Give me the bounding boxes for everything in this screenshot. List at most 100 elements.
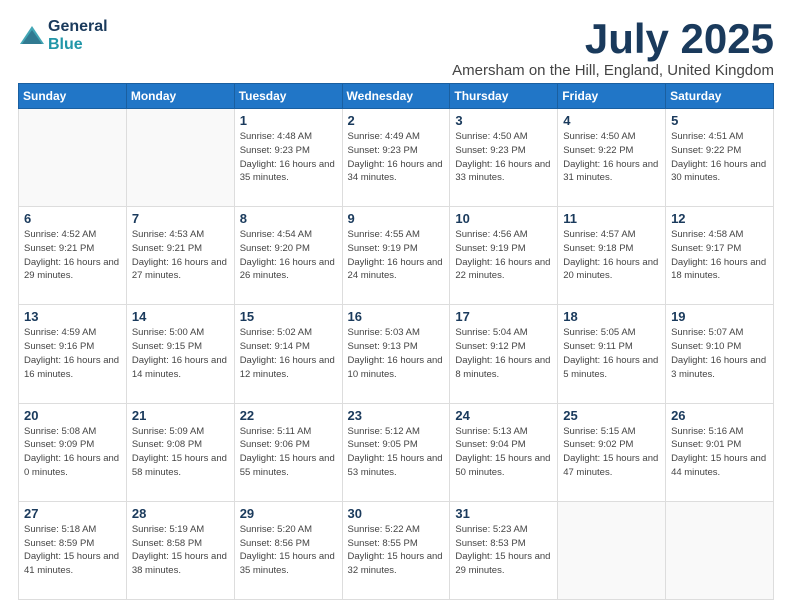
day-info: Sunrise: 4:56 AMSunset: 9:19 PMDaylight:… bbox=[455, 228, 552, 283]
day-info: Sunrise: 5:12 AMSunset: 9:05 PMDaylight:… bbox=[348, 425, 445, 480]
day-number: 24 bbox=[455, 408, 552, 423]
day-info: Sunrise: 5:05 AMSunset: 9:11 PMDaylight:… bbox=[563, 326, 660, 381]
table-row: 21 Sunrise: 5:09 AMSunset: 9:08 PMDaylig… bbox=[126, 403, 234, 501]
day-info: Sunrise: 4:55 AMSunset: 9:19 PMDaylight:… bbox=[348, 228, 445, 283]
day-number: 11 bbox=[563, 211, 660, 226]
table-row: 22 Sunrise: 5:11 AMSunset: 9:06 PMDaylig… bbox=[234, 403, 342, 501]
calendar-week-row: 20 Sunrise: 5:08 AMSunset: 9:09 PMDaylig… bbox=[19, 403, 774, 501]
day-number: 13 bbox=[24, 309, 121, 324]
page: General Blue July 2025 Amersham on the H… bbox=[0, 0, 792, 612]
day-number: 2 bbox=[348, 113, 445, 128]
table-row: 15 Sunrise: 5:02 AMSunset: 9:14 PMDaylig… bbox=[234, 305, 342, 403]
day-info: Sunrise: 5:23 AMSunset: 8:53 PMDaylight:… bbox=[455, 523, 552, 578]
table-row: 7 Sunrise: 4:53 AMSunset: 9:21 PMDayligh… bbox=[126, 207, 234, 305]
table-row: 4 Sunrise: 4:50 AMSunset: 9:22 PMDayligh… bbox=[558, 109, 666, 207]
table-row: 11 Sunrise: 4:57 AMSunset: 9:18 PMDaylig… bbox=[558, 207, 666, 305]
day-info: Sunrise: 5:11 AMSunset: 9:06 PMDaylight:… bbox=[240, 425, 337, 480]
day-info: Sunrise: 5:19 AMSunset: 8:58 PMDaylight:… bbox=[132, 523, 229, 578]
col-friday: Friday bbox=[558, 84, 666, 109]
day-number: 8 bbox=[240, 211, 337, 226]
logo-icon bbox=[18, 22, 46, 50]
day-info: Sunrise: 5:15 AMSunset: 9:02 PMDaylight:… bbox=[563, 425, 660, 480]
day-info: Sunrise: 4:53 AMSunset: 9:21 PMDaylight:… bbox=[132, 228, 229, 283]
header: General Blue July 2025 Amersham on the H… bbox=[18, 18, 774, 79]
day-number: 27 bbox=[24, 506, 121, 521]
day-info: Sunrise: 4:57 AMSunset: 9:18 PMDaylight:… bbox=[563, 228, 660, 283]
table-row: 25 Sunrise: 5:15 AMSunset: 9:02 PMDaylig… bbox=[558, 403, 666, 501]
day-number: 18 bbox=[563, 309, 660, 324]
table-row: 19 Sunrise: 5:07 AMSunset: 9:10 PMDaylig… bbox=[666, 305, 774, 403]
day-info: Sunrise: 5:08 AMSunset: 9:09 PMDaylight:… bbox=[24, 425, 121, 480]
col-tuesday: Tuesday bbox=[234, 84, 342, 109]
day-info: Sunrise: 4:52 AMSunset: 9:21 PMDaylight:… bbox=[24, 228, 121, 283]
day-number: 6 bbox=[24, 211, 121, 226]
calendar-header-row: Sunday Monday Tuesday Wednesday Thursday… bbox=[19, 84, 774, 109]
table-row bbox=[558, 501, 666, 599]
day-number: 10 bbox=[455, 211, 552, 226]
day-number: 31 bbox=[455, 506, 552, 521]
table-row: 14 Sunrise: 5:00 AMSunset: 9:15 PMDaylig… bbox=[126, 305, 234, 403]
table-row bbox=[126, 109, 234, 207]
col-sunday: Sunday bbox=[19, 84, 127, 109]
table-row: 10 Sunrise: 4:56 AMSunset: 9:19 PMDaylig… bbox=[450, 207, 558, 305]
calendar-table: Sunday Monday Tuesday Wednesday Thursday… bbox=[18, 83, 774, 600]
day-info: Sunrise: 4:59 AMSunset: 9:16 PMDaylight:… bbox=[24, 326, 121, 381]
day-info: Sunrise: 5:22 AMSunset: 8:55 PMDaylight:… bbox=[348, 523, 445, 578]
table-row: 3 Sunrise: 4:50 AMSunset: 9:23 PMDayligh… bbox=[450, 109, 558, 207]
calendar-week-row: 27 Sunrise: 5:18 AMSunset: 8:59 PMDaylig… bbox=[19, 501, 774, 599]
day-number: 12 bbox=[671, 211, 768, 226]
table-row: 20 Sunrise: 5:08 AMSunset: 9:09 PMDaylig… bbox=[19, 403, 127, 501]
day-info: Sunrise: 5:16 AMSunset: 9:01 PMDaylight:… bbox=[671, 425, 768, 480]
table-row bbox=[666, 501, 774, 599]
table-row: 18 Sunrise: 5:05 AMSunset: 9:11 PMDaylig… bbox=[558, 305, 666, 403]
day-info: Sunrise: 5:07 AMSunset: 9:10 PMDaylight:… bbox=[671, 326, 768, 381]
calendar-week-row: 6 Sunrise: 4:52 AMSunset: 9:21 PMDayligh… bbox=[19, 207, 774, 305]
day-info: Sunrise: 5:00 AMSunset: 9:15 PMDaylight:… bbox=[132, 326, 229, 381]
table-row: 8 Sunrise: 4:54 AMSunset: 9:20 PMDayligh… bbox=[234, 207, 342, 305]
day-info: Sunrise: 4:50 AMSunset: 9:23 PMDaylight:… bbox=[455, 130, 552, 185]
table-row: 30 Sunrise: 5:22 AMSunset: 8:55 PMDaylig… bbox=[342, 501, 450, 599]
month-title: July 2025 bbox=[452, 18, 774, 60]
day-number: 14 bbox=[132, 309, 229, 324]
day-info: Sunrise: 5:03 AMSunset: 9:13 PMDaylight:… bbox=[348, 326, 445, 381]
day-info: Sunrise: 4:58 AMSunset: 9:17 PMDaylight:… bbox=[671, 228, 768, 283]
col-monday: Monday bbox=[126, 84, 234, 109]
calendar-week-row: 13 Sunrise: 4:59 AMSunset: 9:16 PMDaylig… bbox=[19, 305, 774, 403]
day-info: Sunrise: 5:04 AMSunset: 9:12 PMDaylight:… bbox=[455, 326, 552, 381]
calendar-week-row: 1 Sunrise: 4:48 AMSunset: 9:23 PMDayligh… bbox=[19, 109, 774, 207]
day-info: Sunrise: 4:51 AMSunset: 9:22 PMDaylight:… bbox=[671, 130, 768, 185]
day-number: 25 bbox=[563, 408, 660, 423]
col-wednesday: Wednesday bbox=[342, 84, 450, 109]
day-number: 1 bbox=[240, 113, 337, 128]
col-thursday: Thursday bbox=[450, 84, 558, 109]
subtitle: Amersham on the Hill, England, United Ki… bbox=[452, 62, 774, 79]
day-number: 5 bbox=[671, 113, 768, 128]
day-number: 30 bbox=[348, 506, 445, 521]
day-info: Sunrise: 5:13 AMSunset: 9:04 PMDaylight:… bbox=[455, 425, 552, 480]
table-row: 6 Sunrise: 4:52 AMSunset: 9:21 PMDayligh… bbox=[19, 207, 127, 305]
table-row: 2 Sunrise: 4:49 AMSunset: 9:23 PMDayligh… bbox=[342, 109, 450, 207]
day-number: 28 bbox=[132, 506, 229, 521]
table-row: 26 Sunrise: 5:16 AMSunset: 9:01 PMDaylig… bbox=[666, 403, 774, 501]
day-info: Sunrise: 4:48 AMSunset: 9:23 PMDaylight:… bbox=[240, 130, 337, 185]
col-saturday: Saturday bbox=[666, 84, 774, 109]
day-number: 9 bbox=[348, 211, 445, 226]
table-row: 27 Sunrise: 5:18 AMSunset: 8:59 PMDaylig… bbox=[19, 501, 127, 599]
table-row: 12 Sunrise: 4:58 AMSunset: 9:17 PMDaylig… bbox=[666, 207, 774, 305]
table-row: 17 Sunrise: 5:04 AMSunset: 9:12 PMDaylig… bbox=[450, 305, 558, 403]
day-info: Sunrise: 5:02 AMSunset: 9:14 PMDaylight:… bbox=[240, 326, 337, 381]
day-info: Sunrise: 5:18 AMSunset: 8:59 PMDaylight:… bbox=[24, 523, 121, 578]
logo: General Blue bbox=[18, 18, 108, 55]
day-info: Sunrise: 4:54 AMSunset: 9:20 PMDaylight:… bbox=[240, 228, 337, 283]
day-info: Sunrise: 5:20 AMSunset: 8:56 PMDaylight:… bbox=[240, 523, 337, 578]
title-block: July 2025 Amersham on the Hill, England,… bbox=[452, 18, 774, 79]
day-info: Sunrise: 4:49 AMSunset: 9:23 PMDaylight:… bbox=[348, 130, 445, 185]
day-number: 4 bbox=[563, 113, 660, 128]
day-info: Sunrise: 4:50 AMSunset: 9:22 PMDaylight:… bbox=[563, 130, 660, 185]
day-number: 16 bbox=[348, 309, 445, 324]
day-number: 3 bbox=[455, 113, 552, 128]
table-row: 5 Sunrise: 4:51 AMSunset: 9:22 PMDayligh… bbox=[666, 109, 774, 207]
day-number: 26 bbox=[671, 408, 768, 423]
day-number: 15 bbox=[240, 309, 337, 324]
table-row bbox=[19, 109, 127, 207]
